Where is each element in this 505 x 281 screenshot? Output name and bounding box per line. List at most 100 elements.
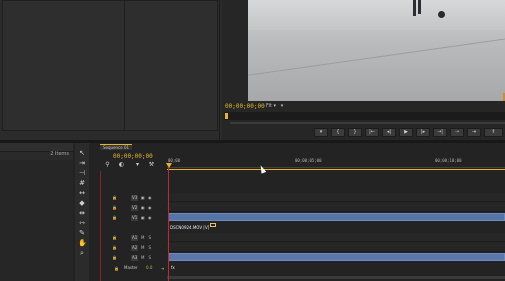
mark-in-button[interactable]: { [331,128,345,137]
track-lane[interactable] [167,243,505,252]
program-monitor-panel: 00;00;00;00 Fit ▾ ▾ ▾ { } |← ◂| ▶ |▸ →| … [222,0,505,140]
source-controls [192,131,216,146]
go-to-out-button[interactable]: →| [433,128,447,137]
pen-tool-icon[interactable]: ✎ [78,229,86,237]
selection-tool-icon[interactable]: ↖ [78,149,86,157]
track-a1: 🔒 A1 M S [112,233,505,242]
panel-divider[interactable] [219,0,220,140]
step-back-button[interactable]: ◂| [382,128,396,137]
rolling-edit-icon[interactable]: # [78,179,86,187]
solo-icon[interactable]: S [147,235,152,240]
eye-icon[interactable]: ◉ [147,195,152,200]
fit-dropdown[interactable]: Fit ▾ ▾ [266,103,283,109]
source-monitor-area [2,0,218,131]
add-marker-icon[interactable]: ▾ [134,161,141,168]
track-header: 🔒 V3 ▣ ◉ [112,193,166,202]
track-a3: 🔒 A3 M S fx [112,253,505,270]
lock-icon[interactable]: 🔒 [112,215,117,220]
track-v1: 🔒 V1 ▣ ◉ DSCN0924.MOV [V] [112,213,505,230]
track-v3: 🔒 V3 ▣ ◉ [112,193,505,202]
fx-badge-icon [210,222,217,227]
film-icon[interactable]: ▣ [140,205,145,210]
program-timecode[interactable]: 00;00;00;00 [225,103,265,110]
insert-button[interactable]: ⇢ [450,128,464,137]
tools-panel: ↖ ⇥ ⊣ # ↔ ◆ ⇹ ⇿ ✎ ✋ ⌕ [75,143,89,281]
track-header: 🔒 A3 M S [112,253,166,262]
rate-stretch-icon[interactable]: ↔ [78,189,86,197]
lock-icon[interactable]: 🔒 [112,205,117,210]
track-header: 🔒 V1 ▣ ◉ [112,213,166,222]
video-clip[interactable]: DSCN0924.MOV [V] [168,213,505,230]
mark-out-button[interactable]: } [348,128,362,137]
track-v2: 🔒 V2 ▣ ◉ [112,203,505,212]
track-lane[interactable] [167,203,505,212]
lock-icon[interactable]: 🔒 [112,195,117,200]
wrench-icon[interactable]: ⚒ [148,161,155,168]
track-a2: 🔒 A2 M S [112,243,505,252]
master-volume[interactable]: 0.0 [146,265,152,270]
film-icon[interactable]: ▣ [140,195,145,200]
track-select-icon[interactable]: ⇥ [78,159,86,167]
overwrite-button[interactable]: ⇥ [467,128,481,137]
zoom-tool-icon[interactable]: ⌕ [78,249,86,257]
ruler-tick: 00;00;10;00 [435,158,462,163]
hand-tool-icon[interactable]: ✋ [78,239,87,247]
ripple-edit-icon[interactable]: ⊣ [78,169,86,177]
step-forward-button[interactable]: |▸ [416,128,430,137]
go-to-in-button[interactable]: |← [365,128,379,137]
slip-tool-icon[interactable]: ⇹ [78,209,86,217]
timeline-panel: Sequence 01 00;00;00;00 ⚲ ◐ ▾ ⚒ 00;00 00… [98,143,505,281]
eye-icon[interactable]: ◉ [147,215,152,220]
mute-icon[interactable]: M [140,245,145,250]
mute-icon[interactable]: M [140,235,145,240]
project-bin[interactable] [0,160,73,281]
add-marker-button[interactable]: ▾ [314,128,328,137]
goto-icon[interactable]: ⇥ [160,266,165,271]
track-header: 🔒 A2 M S [112,243,166,252]
play-button[interactable]: ▶ [399,128,413,137]
slide-tool-icon[interactable]: ⇿ [78,219,86,227]
video-shadow [248,32,505,79]
video-wall [248,0,505,30]
premiere-workspace: 00;00;00;00 Fit ▾ ▾ ▾ { } |← ◂| ▶ |▸ →| … [0,0,505,281]
lock-icon[interactable]: 🔒 [112,255,117,260]
timeline-playhead-handle[interactable] [166,163,172,168]
razor-tool-icon[interactable]: ◆ [78,199,86,207]
eye-icon[interactable]: ◉ [147,205,152,210]
clip-name: DSCN0924.MOV [V] [170,225,210,230]
timeline-left-edge [100,171,101,281]
film-icon[interactable]: ▣ [140,215,145,220]
sequence-tab[interactable]: Sequence 01 [100,144,133,150]
program-scrubber[interactable] [224,112,505,120]
lock-icon[interactable]: 🔒 [112,245,117,250]
audio-clip[interactable]: fx [168,253,505,270]
program-transport-controls: ▾ { } |← ◂| ▶ |▸ →| ⇢ ⇥ ⇑ ⇈ [314,128,505,138]
video-ball [438,11,445,18]
items-count: 2 Items [50,151,69,157]
lift-button[interactable]: ⇑ [484,128,503,137]
lock-icon[interactable]: 🔒 [112,235,117,240]
track-lane[interactable] [167,233,505,242]
track-label[interactable]: V1 [131,214,139,221]
program-playhead[interactable] [225,113,228,119]
work-area-bar[interactable] [167,169,505,170]
mute-icon[interactable]: M [140,255,145,260]
track-label[interactable]: V3 [131,194,139,201]
timeline-scrollbar[interactable] [167,276,505,279]
timeline-timecode[interactable]: 00;00;00;00 [113,153,153,160]
project-panel: 2 Items [0,143,73,281]
track-label[interactable]: A1 [131,234,139,241]
source-divider [124,0,125,130]
track-label[interactable]: A3 [131,254,139,261]
track-label[interactable]: A2 [131,244,139,251]
program-video-frame [248,0,505,101]
track-lane[interactable] [167,193,505,202]
track-label[interactable]: V2 [131,204,139,211]
ruler-tick: 00;00;05;00 [295,158,322,163]
lock-icon[interactable]: 🔒 [114,266,119,271]
solo-icon[interactable]: S [147,255,152,260]
solo-icon[interactable]: S [147,245,152,250]
linked-selection-icon[interactable]: ◐ [118,161,125,168]
video-person [413,0,423,18]
snap-icon[interactable]: ⚲ [104,161,111,168]
